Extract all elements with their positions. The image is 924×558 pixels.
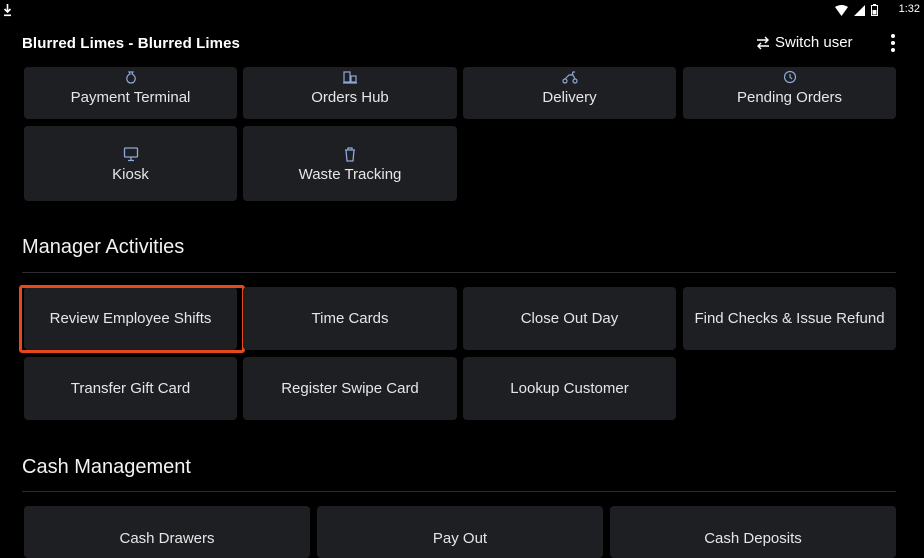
- section-title-manager-activities: Manager Activities: [22, 236, 185, 258]
- scooter-icon: [561, 71, 578, 84]
- switch-user-button[interactable]: Switch user: [756, 34, 853, 51]
- tile-cash-deposits[interactable]: Cash Deposits: [610, 506, 896, 558]
- tile-label: Cash Deposits: [704, 530, 802, 547]
- tile-pay-out[interactable]: Pay Out: [317, 506, 603, 558]
- tile-payment-terminal[interactable]: Payment Terminal: [24, 67, 237, 119]
- more-vert-icon[interactable]: [885, 31, 901, 55]
- switch-user-label: Switch user: [775, 34, 853, 51]
- tile-label: Waste Tracking: [298, 165, 402, 183]
- tile-label: Lookup Customer: [510, 380, 629, 397]
- signal-icon: [854, 4, 865, 16]
- clock-time: 1:32: [898, 3, 920, 15]
- money-bag-icon: [125, 71, 136, 84]
- tile-kiosk[interactable]: Kiosk: [24, 126, 237, 201]
- status-bar: 1:32: [0, 0, 924, 22]
- tile-label: Transfer Gift Card: [70, 380, 191, 397]
- tile-label: Find Checks & Issue Refund: [694, 310, 885, 327]
- tile-transfer-gift-card[interactable]: Transfer Gift Card: [24, 357, 237, 420]
- battery-icon: [871, 4, 878, 16]
- tile-find-checks-issue-refund[interactable]: Find Checks & Issue Refund: [683, 287, 896, 350]
- tile-label: Register Swipe Card: [281, 380, 419, 397]
- tile-label: Orders Hub: [311, 89, 389, 106]
- tile-label: Pending Orders: [736, 89, 843, 106]
- tile-label: Close Out Day: [520, 310, 619, 327]
- tile-waste-tracking[interactable]: Waste Tracking: [243, 126, 457, 201]
- tile-close-out-day[interactable]: Close Out Day: [463, 287, 676, 350]
- section-title-cash-management: Cash Management: [22, 456, 191, 478]
- tile-label: Pay Out: [432, 530, 488, 547]
- monitor-icon: [123, 146, 138, 161]
- tile-label: Payment Terminal: [70, 89, 191, 106]
- tile-time-cards[interactable]: Time Cards: [243, 287, 457, 350]
- selection-highlight: [19, 285, 245, 353]
- tile-label: Kiosk: [112, 165, 149, 183]
- tile-orders-hub[interactable]: Orders Hub: [243, 67, 457, 119]
- tile-label: Time Cards: [311, 310, 389, 327]
- tile-delivery[interactable]: Delivery: [463, 67, 676, 119]
- section-divider: [22, 491, 896, 492]
- tile-cash-drawers[interactable]: Cash Drawers: [24, 506, 310, 558]
- swap-icon: [757, 36, 769, 49]
- tile-register-swipe-card[interactable]: Register Swipe Card: [243, 357, 457, 420]
- section-divider: [22, 272, 896, 273]
- clock-icon: [783, 70, 796, 84]
- orders-hub-icon: [343, 71, 357, 84]
- tile-label: Cash Drawers: [119, 530, 215, 547]
- tile-label: Delivery: [542, 89, 597, 106]
- trash-icon: [345, 146, 355, 162]
- tile-pending-orders[interactable]: Pending Orders: [683, 67, 896, 119]
- app-title: Blurred Limes - Blurred Limes: [22, 35, 240, 52]
- download-icon: [3, 4, 12, 17]
- wifi-icon: [835, 4, 848, 16]
- app-bar: Blurred Limes - Blurred Limes Switch use…: [0, 22, 924, 67]
- tile-lookup-customer[interactable]: Lookup Customer: [463, 357, 676, 420]
